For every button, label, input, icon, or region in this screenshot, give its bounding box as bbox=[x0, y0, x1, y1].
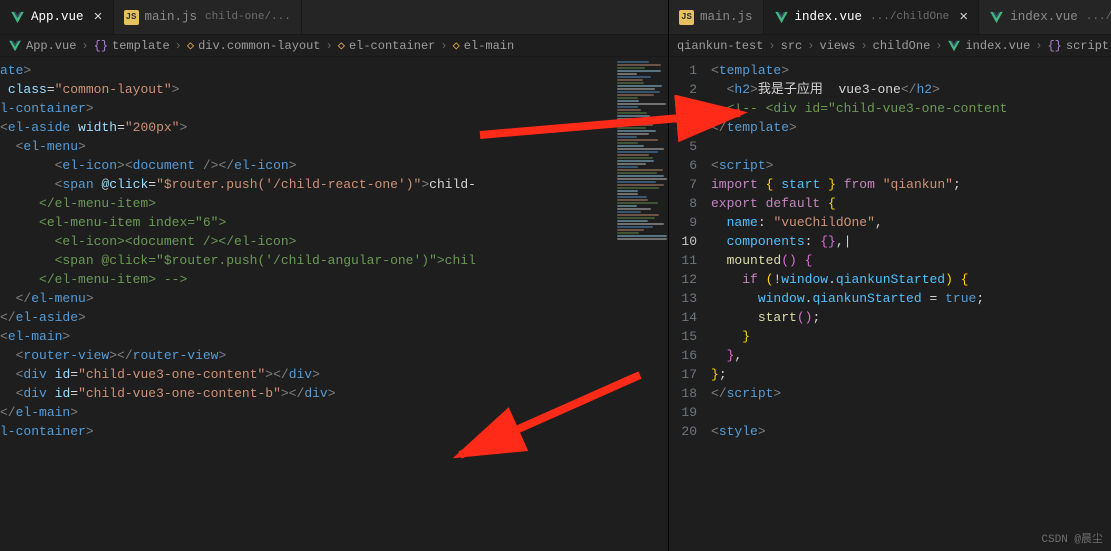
breadcrumb-item[interactable]: childOne bbox=[873, 39, 931, 53]
code-line[interactable]: }, bbox=[711, 346, 1111, 365]
code-line[interactable]: mounted() { bbox=[711, 251, 1111, 270]
code-line[interactable]: import { start } from "qiankun"; bbox=[711, 175, 1111, 194]
code-line[interactable] bbox=[711, 137, 1111, 156]
code-line[interactable]: </el-menu-item> --> bbox=[0, 270, 668, 289]
breadcrumb-item[interactable]: views bbox=[819, 39, 855, 53]
breadcrumb-left[interactable]: App.vue›{} template›◇ div.common-layout›… bbox=[0, 35, 668, 57]
tabs-right: JSmain.jsindex.vue.../childOne×index.vue… bbox=[669, 0, 1111, 35]
code-line[interactable]: <h2>我是子应用 vue3-one</h2> bbox=[711, 80, 1111, 99]
breadcrumb-item[interactable]: el-main bbox=[464, 39, 514, 53]
breadcrumb-right[interactable]: qiankun-test›src›views›childOne› index.v… bbox=[669, 35, 1111, 57]
tab-App-vue[interactable]: App.vue × bbox=[0, 0, 114, 34]
tab-main-js[interactable]: JSmain.js bbox=[669, 0, 764, 34]
code-line[interactable]: <style> bbox=[711, 422, 1111, 441]
line-number: 16 bbox=[669, 346, 697, 365]
code-line[interactable]: <router-view></router-view> bbox=[0, 346, 668, 365]
watermark: CSDN @晨尘 bbox=[1041, 530, 1103, 546]
line-number: 8 bbox=[669, 194, 697, 213]
chevron-right-icon: › bbox=[806, 39, 815, 53]
chevron-right-icon: › bbox=[325, 39, 334, 53]
breadcrumb-item[interactable]: script bbox=[1066, 39, 1109, 53]
code-line[interactable]: <span @click="$router.push('/child-angul… bbox=[0, 251, 668, 270]
code-line[interactable]: <el-main> bbox=[0, 327, 668, 346]
code-line[interactable]: window.qiankunStarted = true; bbox=[711, 289, 1111, 308]
tab-label: App.vue bbox=[31, 10, 84, 24]
line-number: 20 bbox=[669, 422, 697, 441]
breadcrumb-item[interactable]: index.vue bbox=[965, 39, 1030, 53]
line-number: 14 bbox=[669, 308, 697, 327]
tab-label: index.vue bbox=[795, 10, 863, 24]
code-line[interactable] bbox=[711, 403, 1111, 422]
code-line[interactable]: </el-menu> bbox=[0, 289, 668, 308]
tab-desc: child-one/... bbox=[205, 11, 291, 23]
code-line[interactable]: name: "vueChildOne", bbox=[711, 213, 1111, 232]
line-number: 15 bbox=[669, 327, 697, 346]
chevron-right-icon: › bbox=[80, 39, 89, 53]
code-line[interactable]: <!-- <div id="child-vue3-one-content bbox=[711, 99, 1111, 118]
code-line[interactable]: if (!window.qiankunStarted) { bbox=[711, 270, 1111, 289]
close-icon[interactable]: × bbox=[959, 9, 968, 26]
code-line[interactable]: ate> bbox=[0, 61, 668, 80]
code-right[interactable]: <template> <h2>我是子应用 vue3-one</h2> <!-- … bbox=[711, 57, 1111, 551]
line-number: 11 bbox=[669, 251, 697, 270]
line-number: 1 bbox=[669, 61, 697, 80]
code-line[interactable]: </el-aside> bbox=[0, 308, 668, 327]
chevron-right-icon: › bbox=[934, 39, 943, 53]
code-line[interactable]: <template> bbox=[711, 61, 1111, 80]
breadcrumb-item[interactable]: template bbox=[112, 39, 170, 53]
code-line[interactable]: } bbox=[711, 327, 1111, 346]
line-number: 7 bbox=[669, 175, 697, 194]
tabs-left: App.vue×JSmain.jschild-one/... bbox=[0, 0, 668, 35]
code-line[interactable]: </script> bbox=[711, 384, 1111, 403]
chevron-right-icon: › bbox=[439, 39, 448, 53]
right-editor-pane: JSmain.jsindex.vue.../childOne×index.vue… bbox=[668, 0, 1111, 551]
chevron-right-icon: › bbox=[859, 39, 868, 53]
breadcrumb-item[interactable]: App.vue bbox=[26, 39, 76, 53]
code-line[interactable]: }; bbox=[711, 365, 1111, 384]
code-line[interactable]: </el-menu-item> bbox=[0, 194, 668, 213]
line-number: 10 bbox=[669, 232, 697, 251]
line-number: 6 bbox=[669, 156, 697, 175]
breadcrumb-item[interactable]: qiankun-test bbox=[677, 39, 763, 53]
tab-index-vue[interactable]: index.vue .../childO bbox=[979, 0, 1111, 34]
line-number: 13 bbox=[669, 289, 697, 308]
tab-main-js[interactable]: JSmain.jschild-one/... bbox=[114, 0, 302, 34]
chevron-right-icon: › bbox=[174, 39, 183, 53]
chevron-right-icon: › bbox=[767, 39, 776, 53]
code-line[interactable]: start(); bbox=[711, 308, 1111, 327]
breadcrumb-item[interactable]: src bbox=[781, 39, 803, 53]
breadcrumb-item[interactable]: div.common-layout bbox=[198, 39, 320, 53]
annotation-arrow-1 bbox=[475, 95, 755, 155]
tab-label: main.js bbox=[700, 10, 753, 24]
tab-desc: .../childO bbox=[1086, 11, 1111, 23]
line-number: 18 bbox=[669, 384, 697, 403]
code-line[interactable]: <el-menu-item index="6"> bbox=[0, 213, 668, 232]
chevron-right-icon: › bbox=[1034, 39, 1043, 53]
breadcrumb-item[interactable]: el-container bbox=[349, 39, 435, 53]
tab-desc: .../childOne bbox=[870, 11, 949, 23]
code-line[interactable]: <span @click="$router.push('/child-react… bbox=[0, 175, 668, 194]
code-line[interactable]: <script> bbox=[711, 156, 1111, 175]
tab-label: main.js bbox=[145, 10, 198, 24]
line-number: 12 bbox=[669, 270, 697, 289]
close-icon[interactable]: × bbox=[94, 9, 103, 26]
annotation-arrow-2 bbox=[450, 370, 650, 470]
code-line[interactable]: <el-icon><document /></el-icon> bbox=[0, 232, 668, 251]
line-number: 9 bbox=[669, 213, 697, 232]
line-number: 17 bbox=[669, 365, 697, 384]
code-line[interactable]: </template> bbox=[711, 118, 1111, 137]
code-line[interactable]: export default { bbox=[711, 194, 1111, 213]
line-number: 19 bbox=[669, 403, 697, 422]
code-line[interactable]: <el-icon><document /></el-icon> bbox=[0, 156, 668, 175]
tab-label: index.vue bbox=[1010, 10, 1078, 24]
tab-index-vue[interactable]: index.vue .../childOne × bbox=[764, 0, 980, 34]
code-line[interactable]: components: {},| bbox=[711, 232, 1111, 251]
